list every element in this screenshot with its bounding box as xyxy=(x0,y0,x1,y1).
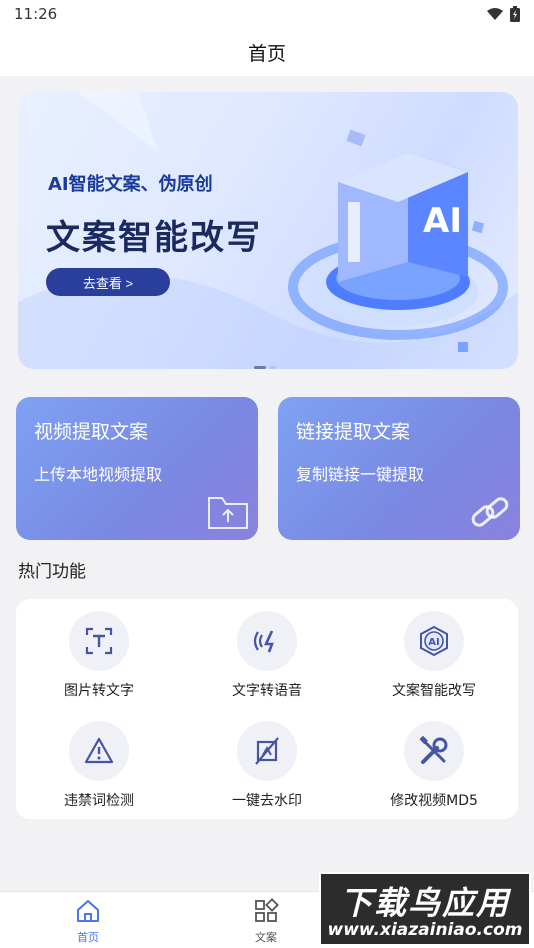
wifi-icon xyxy=(487,8,503,20)
feature-icon-circle xyxy=(69,721,129,781)
card-title: 视频提取文案 xyxy=(34,421,149,443)
link-icon xyxy=(471,497,509,527)
banner-headline: 文案智能改写 xyxy=(46,218,262,258)
warning-icon xyxy=(84,737,114,764)
ai-icon-text: AI xyxy=(428,637,439,648)
link-extract-card[interactable]: 链接提取文案 复制链接一键提取 xyxy=(278,397,520,540)
banner-pagination xyxy=(254,366,276,369)
feature-label: 图片转文字 xyxy=(64,683,134,699)
watermark-url: www.xiazainiao.com xyxy=(327,920,523,940)
tools-icon xyxy=(419,735,448,764)
promo-banner[interactable]: AI智能文案、伪原创 文案智能改写 去查看 > AI xyxy=(18,92,518,369)
banner-tagline: AI智能文案、伪原创 xyxy=(48,170,213,198)
banner-dot xyxy=(270,366,276,369)
voice-icon xyxy=(253,630,274,653)
status-time: 11:26 xyxy=(14,5,58,23)
tab-copywriting[interactable]: 文案 xyxy=(226,898,306,945)
card-subtitle: 复制链接一键提取 xyxy=(296,465,425,484)
banner-art-badge: AI xyxy=(423,201,462,241)
feature-label: 违禁词检测 xyxy=(64,793,134,809)
remove-watermark-icon xyxy=(255,737,279,765)
status-icons xyxy=(486,6,520,22)
feature-banned-words[interactable]: 违禁词检测 xyxy=(24,721,174,810)
feature-image-to-text[interactable]: 图片转文字 xyxy=(24,611,174,700)
tab-label: 文案 xyxy=(255,931,277,944)
home-icon xyxy=(77,900,99,922)
feature-modify-md5[interactable]: 修改视频MD5 xyxy=(359,721,509,810)
banner-view-button[interactable]: 去查看 > xyxy=(46,268,170,296)
ai-icon: AI xyxy=(420,625,448,657)
image-text-scan-icon xyxy=(85,627,113,655)
video-extract-card[interactable]: 视频提取文案 上传本地视频提取 xyxy=(16,397,258,540)
ai-server-illustration: AI xyxy=(288,152,508,352)
feature-icon-circle xyxy=(69,611,129,671)
banner-dot-active xyxy=(254,366,266,369)
grid-icon xyxy=(255,898,279,922)
status-bar: 11:26 xyxy=(0,0,534,28)
card-title: 链接提取文案 xyxy=(296,421,411,443)
feature-remove-watermark[interactable]: 一键去水印 xyxy=(192,721,342,810)
section-title: 热门功能 xyxy=(18,562,86,582)
feature-icon-circle xyxy=(237,721,297,781)
hot-features-panel: 图片转文字 文字转语音 AI 文案智能改写 违禁词检测 一键去水印 修改视频MD… xyxy=(16,599,518,819)
feature-icon-circle xyxy=(237,611,297,671)
tab-label: 首页 xyxy=(77,931,99,944)
watermark-title: 下载鸟应用 xyxy=(339,884,510,922)
feature-label: 修改视频MD5 xyxy=(390,793,478,809)
feature-label: 一键去水印 xyxy=(232,793,302,809)
feature-label: 文案智能改写 xyxy=(392,683,476,699)
upload-folder-icon xyxy=(208,497,248,529)
site-watermark: 下载鸟应用 www.xiazainiao.com xyxy=(319,872,531,946)
battery-icon xyxy=(510,6,520,22)
title-bar: 首页 xyxy=(0,28,534,76)
card-subtitle: 上传本地视频提取 xyxy=(34,465,163,484)
feature-label: 文字转语音 xyxy=(232,683,302,699)
page-title: 首页 xyxy=(247,42,286,65)
feature-ai-rewrite[interactable]: AI 文案智能改写 xyxy=(359,611,509,700)
feature-icon-circle: AI xyxy=(404,611,464,671)
feature-icon-circle xyxy=(404,721,464,781)
feature-text-to-speech[interactable]: 文字转语音 xyxy=(192,611,342,700)
tab-home[interactable]: 首页 xyxy=(48,898,128,945)
